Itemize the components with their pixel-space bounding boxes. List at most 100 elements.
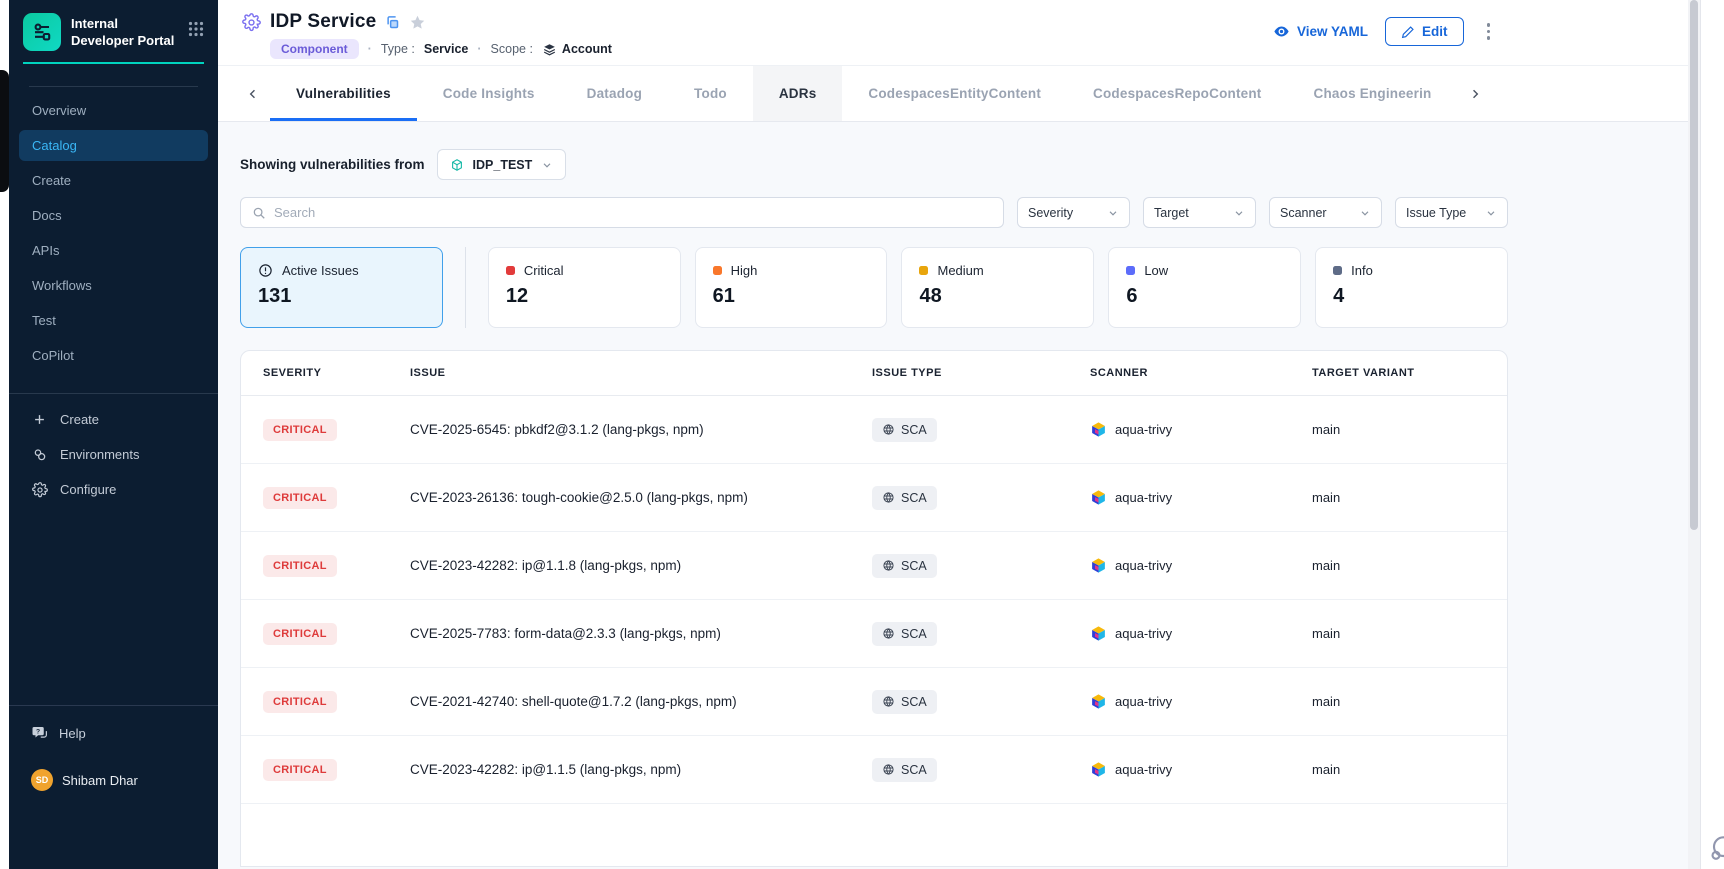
sidebar-item-docs[interactable]: Docs bbox=[19, 200, 208, 231]
type-label: Type : bbox=[381, 42, 415, 56]
issue-title: CVE-2025-7783: form-data@2.3.3 (lang-pkg… bbox=[410, 626, 872, 641]
target-variant: main bbox=[1312, 490, 1507, 505]
chevron-down-icon bbox=[541, 159, 553, 171]
type-value: Service bbox=[424, 42, 468, 56]
sidebar-action-configure[interactable]: Configure bbox=[9, 472, 218, 507]
sidebar-action-create[interactable]: Create bbox=[9, 402, 218, 437]
issue-type-chip: SCA bbox=[872, 486, 937, 510]
project-select[interactable]: IDP_TEST bbox=[437, 149, 567, 180]
entity-gear-icon bbox=[242, 13, 261, 32]
scrollbar-thumb[interactable] bbox=[1690, 0, 1698, 530]
issue-title: CVE-2021-42740: shell-quote@1.7.2 (lang-… bbox=[410, 694, 872, 709]
tab-datadog[interactable]: Datadog bbox=[561, 66, 668, 121]
page-title: IDP Service bbox=[270, 11, 376, 33]
svg-text:?: ? bbox=[36, 728, 40, 735]
summary-card-active-issues[interactable]: Active Issues131 bbox=[240, 247, 443, 328]
summary-card-medium[interactable]: Medium48 bbox=[901, 247, 1094, 328]
tab-todo[interactable]: Todo bbox=[668, 66, 753, 121]
table-row[interactable]: CRITICALCVE-2023-42282: ip@1.1.5 (lang-p… bbox=[241, 736, 1507, 804]
card-count: 4 bbox=[1333, 285, 1490, 308]
table-row[interactable]: CRITICALCVE-2025-7783: form-data@2.3.3 (… bbox=[241, 600, 1507, 668]
scope-label: Scope : bbox=[491, 42, 533, 56]
sca-web-icon bbox=[882, 491, 895, 504]
help-chat-icon: ? bbox=[31, 724, 49, 742]
issue-type-chip: SCA bbox=[872, 758, 937, 782]
summary-card-info[interactable]: Info4 bbox=[1315, 247, 1508, 328]
filter-select-severity[interactable]: Severity bbox=[1017, 197, 1130, 228]
tab-codespacesentitycontent[interactable]: CodespacesEntityContent bbox=[842, 66, 1067, 121]
issue-type-chip: SCA bbox=[872, 554, 937, 578]
card-count: 6 bbox=[1126, 285, 1283, 308]
severity-dot bbox=[1126, 266, 1135, 275]
sca-web-icon bbox=[882, 763, 895, 776]
sca-web-icon bbox=[882, 423, 895, 436]
target-variant: main bbox=[1312, 558, 1507, 573]
cube-icon bbox=[450, 158, 464, 172]
app-logo-icon bbox=[23, 13, 61, 51]
table-row[interactable]: CRITICAL CVE-2023-26136: tough-cookie@2.5… bbox=[241, 464, 1507, 532]
severity-badge: CRITICAL bbox=[263, 555, 337, 577]
severity-badge: CRITICAL bbox=[263, 487, 337, 509]
issue-title: CVE-2023-42282: ip@1.1.5 (lang-pkgs, npm… bbox=[410, 762, 872, 777]
sidebar-action-environments[interactable]: Environments bbox=[9, 437, 218, 472]
sidebar-bottom: ? Help SD Shibam Dhar bbox=[9, 705, 218, 869]
more-options-icon[interactable] bbox=[1481, 19, 1497, 44]
module-grid-icon[interactable] bbox=[188, 13, 204, 37]
copy-icon[interactable] bbox=[385, 15, 400, 30]
filter-select-issue-type[interactable]: Issue Type bbox=[1395, 197, 1508, 228]
search-icon bbox=[252, 206, 266, 220]
target-variant: main bbox=[1312, 762, 1507, 777]
tabs-scroll-right-icon[interactable] bbox=[1458, 66, 1492, 121]
column-header-issue: ISSUE bbox=[410, 367, 872, 379]
sidebar-item-catalog[interactable]: Catalog bbox=[19, 130, 208, 161]
sidebar-item-create[interactable]: Create bbox=[19, 165, 208, 196]
card-count: 12 bbox=[506, 285, 663, 308]
sidebar-item-test[interactable]: Test bbox=[19, 305, 208, 336]
project-value: IDP_TEST bbox=[473, 158, 533, 172]
plus-icon bbox=[31, 412, 48, 427]
search-box bbox=[240, 197, 1004, 228]
issue-title: CVE-2023-26136: tough-cookie@2.5.0 (lang… bbox=[410, 490, 872, 505]
table-row[interactable]: CRITICALCVE-2021-42740: shell-quote@1.7.… bbox=[241, 668, 1507, 736]
tab-vulnerabilities[interactable]: Vulnerabilities bbox=[270, 66, 417, 121]
sidebar-item-workflows[interactable]: Workflows bbox=[19, 270, 208, 301]
severity-badge: CRITICAL bbox=[263, 419, 337, 441]
severity-dot bbox=[1333, 266, 1342, 275]
tab-codespacesrepocontent[interactable]: CodespacesRepoContent bbox=[1067, 66, 1287, 121]
avatar: SD bbox=[31, 769, 53, 791]
vulnerabilities-table: SEVERITYISSUEISSUE TYPESCANNERTARGET VAR… bbox=[240, 350, 1508, 867]
sidebar: Internal Developer Portal Overview Catalo… bbox=[9, 0, 218, 869]
summary-card-low[interactable]: Low6 bbox=[1108, 247, 1301, 328]
summary-card-critical[interactable]: Critical12 bbox=[488, 247, 681, 328]
issue-title: CVE-2025-6545: pbkdf2@3.1.2 (lang-pkgs, … bbox=[410, 422, 872, 437]
search-input[interactable] bbox=[274, 205, 992, 220]
scanner-cell: aqua-trivy bbox=[1090, 489, 1312, 506]
tab-chaos-engineerin[interactable]: Chaos Engineerin bbox=[1288, 66, 1458, 121]
help-button[interactable]: ? Help bbox=[31, 719, 198, 747]
app-brand[interactable]: Internal Developer Portal bbox=[9, 0, 218, 51]
tab-code-insights[interactable]: Code Insights bbox=[417, 66, 561, 121]
edit-button[interactable]: Edit bbox=[1385, 17, 1464, 46]
tab-adrs[interactable]: ADRs bbox=[753, 66, 843, 121]
filter-select-target[interactable]: Target bbox=[1143, 197, 1256, 228]
sidebar-item-copilot[interactable]: CoPilot bbox=[19, 340, 208, 371]
aqua-trivy-icon bbox=[1090, 489, 1107, 506]
star-icon[interactable] bbox=[409, 14, 426, 31]
scope-value: Account bbox=[562, 42, 612, 56]
view-yaml-button[interactable]: View YAML bbox=[1273, 23, 1368, 40]
user-menu[interactable]: SD Shibam Dhar bbox=[31, 769, 198, 791]
severity-dot bbox=[919, 266, 928, 275]
table-row[interactable]: CRITICAL CVE-2023-42282: ip@1.1.8 (lang-p… bbox=[241, 532, 1507, 600]
filter-select-scanner[interactable]: Scanner bbox=[1269, 197, 1382, 228]
summary-card-high[interactable]: High61 bbox=[695, 247, 888, 328]
tabs-scroll-left-icon[interactable] bbox=[236, 66, 270, 121]
issue-title: CVE-2023-42282: ip@1.1.8 (lang-pkgs, npm… bbox=[410, 558, 872, 573]
table-row[interactable]: CRITICAL CVE-2025-6545: pbkdf2@3.1.2 (lan… bbox=[241, 396, 1507, 464]
help-label: Help bbox=[59, 726, 86, 741]
page-scrollbar bbox=[1688, 0, 1700, 869]
pencil-icon bbox=[1401, 25, 1415, 39]
target-variant: main bbox=[1312, 694, 1507, 709]
help-widget-icon[interactable] bbox=[1706, 832, 1724, 869]
sidebar-item-overview[interactable]: Overview bbox=[19, 95, 208, 126]
sidebar-item-apis[interactable]: APIs bbox=[19, 235, 208, 266]
